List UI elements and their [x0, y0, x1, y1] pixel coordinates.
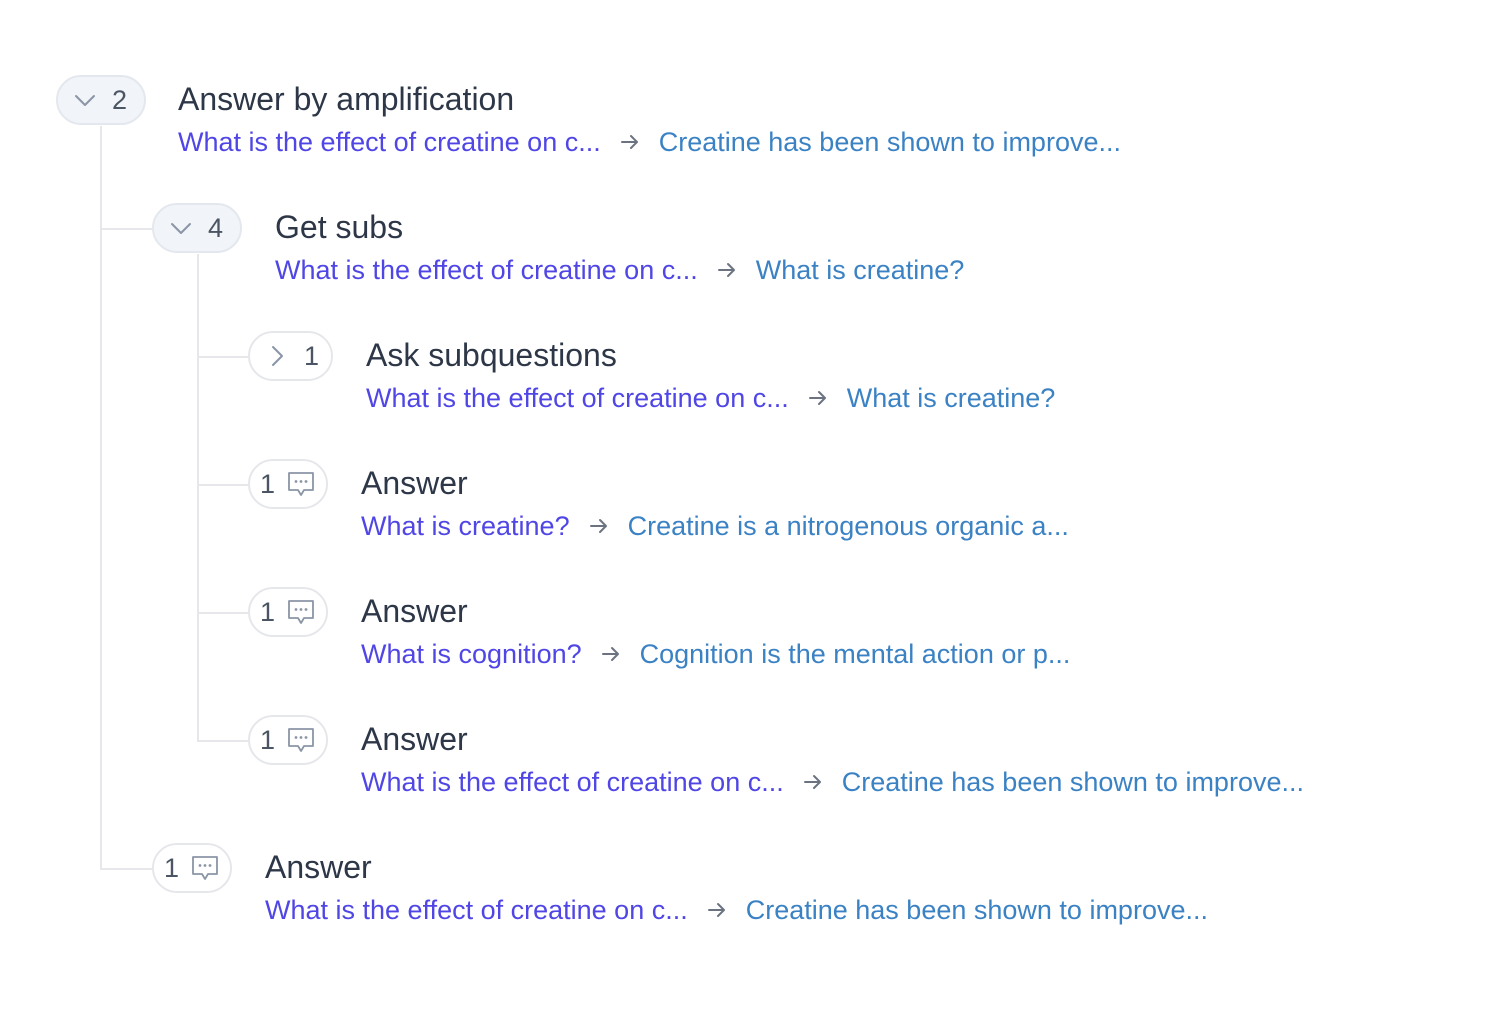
- arrow-right-icon: [588, 515, 610, 537]
- tree-line-branch: [100, 868, 152, 870]
- node-summary[interactable]: What is the effect of creatine on c... W…: [366, 382, 1055, 414]
- arrow-right-icon: [802, 771, 824, 793]
- answer-text: Creatine has been shown to improve...: [745, 895, 1208, 925]
- answer-text: What is creatine?: [846, 383, 1056, 413]
- chevron-down-icon: [72, 87, 98, 113]
- collapse-toggle-button[interactable]: 4: [152, 203, 242, 253]
- tree-line-branch: [197, 484, 249, 486]
- child-count: 4: [208, 212, 224, 243]
- message-count-badge[interactable]: 1: [248, 715, 328, 765]
- node-title[interactable]: Answer: [361, 465, 468, 501]
- node-summary[interactable]: What is the effect of creatine on c... C…: [265, 894, 1208, 926]
- chevron-down-icon: [168, 215, 194, 241]
- question-text: What is creatine?: [361, 511, 570, 541]
- message-icon: [287, 470, 315, 498]
- node-summary[interactable]: What is cognition? Cognition is the ment…: [361, 638, 1070, 670]
- tree-line-branch: [197, 740, 249, 742]
- arrow-right-icon: [706, 899, 728, 921]
- tree-line-sub-vertical: [197, 254, 199, 742]
- message-icon: [191, 854, 219, 882]
- child-count: 1: [304, 340, 320, 371]
- question-text: What is the effect of creatine on c...: [366, 383, 789, 413]
- chevron-right-icon: [264, 343, 290, 369]
- answer-text: What is creatine?: [755, 255, 965, 285]
- message-icon: [287, 598, 315, 626]
- expand-toggle-button[interactable]: 1: [248, 331, 333, 381]
- arrow-right-icon: [716, 259, 738, 281]
- node-title[interactable]: Answer by amplification: [178, 81, 514, 117]
- node-title[interactable]: Answer: [361, 721, 468, 757]
- message-count-badge[interactable]: 1: [248, 587, 328, 637]
- tree-line-branch: [100, 228, 152, 230]
- message-icon: [287, 726, 315, 754]
- node-summary[interactable]: What is the effect of creatine on c... C…: [178, 126, 1121, 158]
- message-count: 1: [260, 724, 276, 755]
- node-title[interactable]: Answer: [265, 849, 372, 885]
- node-summary[interactable]: What is creatine? Creatine is a nitrogen…: [361, 510, 1069, 542]
- tree-line-branch: [197, 612, 249, 614]
- question-text: What is the effect of creatine on c...: [178, 127, 601, 157]
- tree-line-branch: [197, 356, 249, 358]
- answer-text: Cognition is the mental action or p...: [639, 639, 1071, 669]
- message-count: 1: [260, 596, 276, 627]
- child-count: 2: [112, 84, 128, 115]
- collapse-toggle-button[interactable]: 2: [56, 75, 146, 125]
- message-count-badge[interactable]: 1: [248, 459, 328, 509]
- tree-line-root-vertical: [100, 126, 102, 870]
- question-text: What is the effect of creatine on c...: [275, 255, 698, 285]
- arrow-right-icon: [619, 131, 641, 153]
- answer-text: Creatine has been shown to improve...: [841, 767, 1304, 797]
- message-count-badge[interactable]: 1: [152, 843, 232, 893]
- answer-text: Creatine has been shown to improve...: [658, 127, 1121, 157]
- question-text: What is the effect of creatine on c...: [361, 767, 784, 797]
- node-summary[interactable]: What is the effect of creatine on c... W…: [275, 254, 964, 286]
- question-text: What is cognition?: [361, 639, 582, 669]
- node-summary[interactable]: What is the effect of creatine on c... C…: [361, 766, 1304, 798]
- question-text: What is the effect of creatine on c...: [265, 895, 688, 925]
- arrow-right-icon: [600, 643, 622, 665]
- message-count: 1: [260, 468, 276, 499]
- node-title[interactable]: Answer: [361, 593, 468, 629]
- node-title[interactable]: Get subs: [275, 209, 403, 245]
- arrow-right-icon: [807, 387, 829, 409]
- answer-text: Creatine is a nitrogenous organic a...: [627, 511, 1069, 541]
- message-count: 1: [164, 852, 180, 883]
- node-title[interactable]: Ask subquestions: [366, 337, 617, 373]
